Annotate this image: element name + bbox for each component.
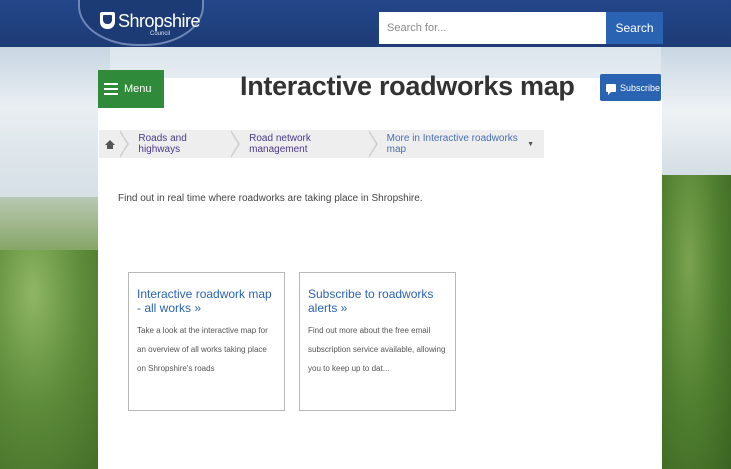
breadcrumb-label: More in Interactive roadworks map xyxy=(386,133,518,155)
breadcrumb-item-road-network-management[interactable]: Road network management xyxy=(230,130,369,158)
caret-down-icon: ▼ xyxy=(527,140,534,148)
search-button[interactable]: Search xyxy=(606,12,663,44)
chat-bubble-icon xyxy=(606,83,616,95)
menu-button[interactable]: Menu xyxy=(98,70,164,108)
breadcrumb-item-roads-and-highways[interactable]: Roads and highways xyxy=(119,130,231,158)
breadcrumb: Roads and highways Road network manageme… xyxy=(99,130,544,158)
breadcrumb-more-dropdown[interactable]: More in Interactive roadworks map ▼ xyxy=(367,130,544,158)
breadcrumb-home[interactable] xyxy=(99,130,120,158)
logo-text: Shropshire xyxy=(118,11,201,31)
breadcrumb-label: Road network management xyxy=(249,133,311,155)
card-title-link[interactable]: Interactive roadwork map - all works » xyxy=(137,287,276,315)
logo-subtext: Council xyxy=(150,31,171,37)
menu-label: Menu xyxy=(124,83,152,95)
home-icon xyxy=(104,139,115,149)
hamburger-icon xyxy=(104,83,118,95)
card-title-link[interactable]: Subscribe to roadworks alerts » xyxy=(308,287,447,315)
subscribe-label: Subscribe xyxy=(620,82,661,93)
page-title: Interactive roadworks map xyxy=(240,71,575,101)
breadcrumb-label: Roads and highways xyxy=(138,133,187,155)
card-subscribe-alerts[interactable]: Subscribe to roadworks alerts » Find out… xyxy=(299,272,456,411)
search-input[interactable] xyxy=(379,12,606,44)
card-description: Take a look at the interactive map for a… xyxy=(137,326,268,373)
intro-text: Find out in real time where roadworks ar… xyxy=(118,193,423,204)
subscribe-button[interactable]: Subscribe xyxy=(600,74,661,101)
site-logo[interactable]: Shropshire xyxy=(100,11,201,32)
crest-icon xyxy=(100,12,115,29)
card-interactive-map[interactable]: Interactive roadwork map - all works » T… xyxy=(128,272,285,411)
card-description: Find out more about the free email subsc… xyxy=(308,326,446,373)
